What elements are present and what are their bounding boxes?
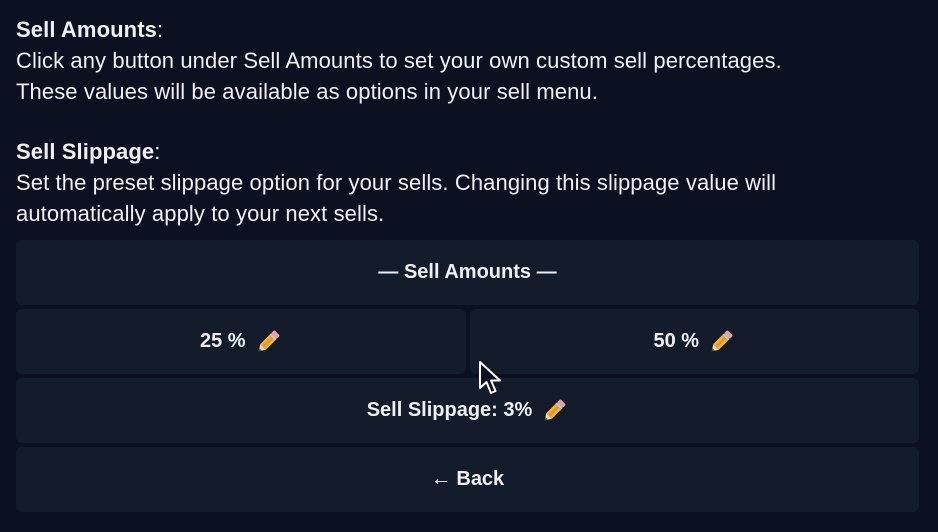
sell-amount-25-label: 25 % [199, 330, 246, 352]
sell-amounts-title: Sell Amounts [16, 17, 157, 42]
bot-message: Sell Amounts: Click any button under Sel… [16, 14, 926, 229]
sell-amounts-line-2: These values will be available as option… [16, 79, 598, 104]
keyboard-row-slippage: Sell Slippage: 3% [16, 378, 919, 443]
sell-slippage-label: Sell Slippage: 3% [366, 399, 533, 421]
sell-amounts-line-1: Click any button under Sell Amounts to s… [16, 48, 782, 73]
sell-amounts-heading: Sell Amounts: [16, 14, 926, 45]
back-button[interactable]: ← Back [16, 447, 919, 512]
chat-panel: Sell Amounts: Click any button under Sel… [0, 0, 938, 532]
sell-amounts-colon: : [156, 17, 164, 42]
sell-amount-25-button[interactable]: 25 % [16, 309, 466, 374]
keyboard-row-back: ← Back [16, 447, 919, 512]
sell-slippage-line-1: Set the preset slippage option for your … [16, 170, 777, 195]
sell-slippage-colon: : [154, 139, 161, 164]
sell-slippage-title: Sell Slippage [16, 139, 155, 164]
sell-amount-50-label: 50 % [653, 330, 700, 352]
sell-slippage-line-2: automatically apply to your next sells. [16, 201, 385, 226]
inline-keyboard: — Sell Amounts — 25 % 50 % Sell Slippage… [16, 240, 919, 516]
sell-slippage-button[interactable]: Sell Slippage: 3% [16, 378, 919, 443]
sell-amounts-header-button[interactable]: — Sell Amounts — [16, 240, 919, 305]
sell-slippage-heading: Sell Slippage: [16, 136, 926, 167]
pencil-icon [258, 330, 279, 351]
keyboard-row-amounts: 25 % 50 % [16, 309, 919, 374]
sell-amounts-header-label: — Sell Amounts — [378, 261, 557, 283]
keyboard-row-header: — Sell Amounts — [16, 240, 919, 305]
pencil-icon [711, 330, 733, 351]
back-label: ← Back [430, 468, 505, 490]
sell-amount-50-button[interactable]: 50 % [469, 309, 919, 374]
pencil-icon [545, 399, 566, 420]
